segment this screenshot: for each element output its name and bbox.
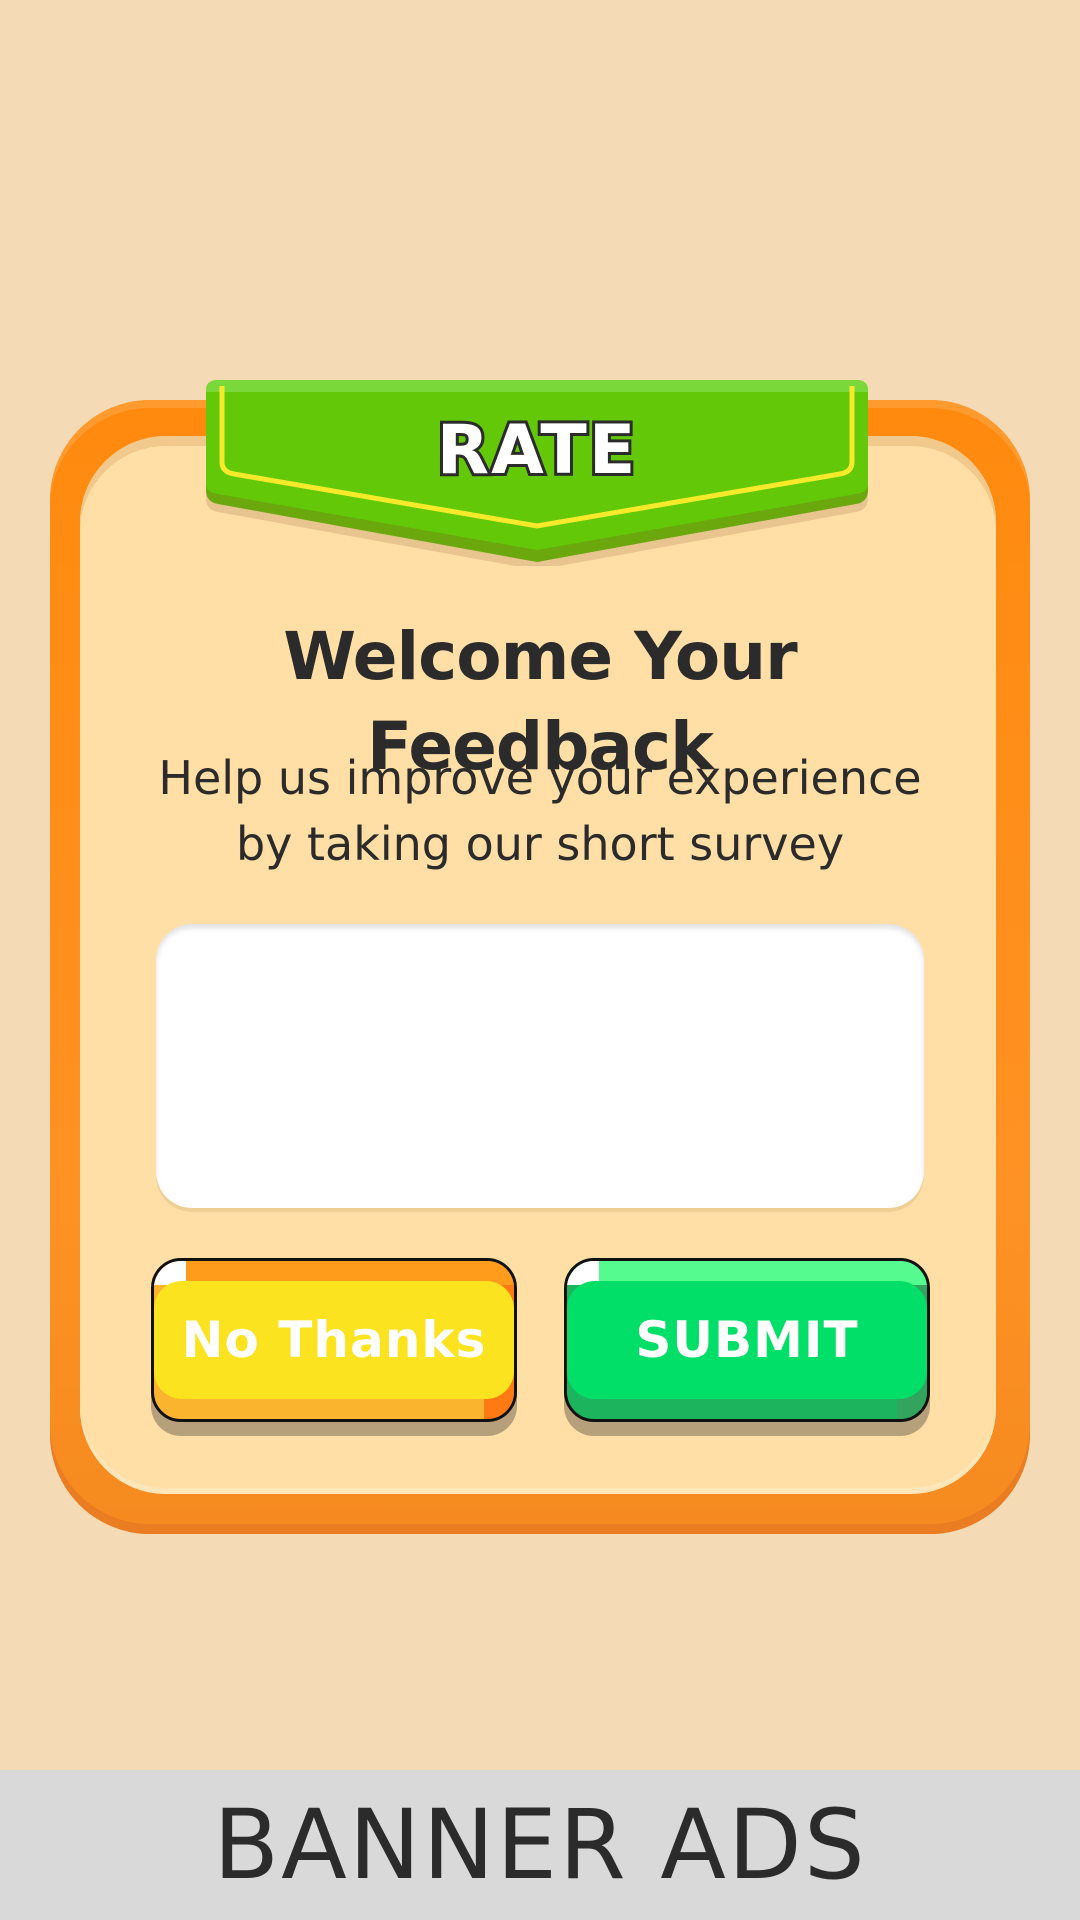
banner-ad[interactable]: BANNER ADS — [0, 1770, 1080, 1920]
ribbon-title: RATE — [434, 408, 639, 493]
no-thanks-button-label: No Thanks — [154, 1281, 514, 1399]
dialog-subtitle: Help us improve your experience by takin… — [120, 745, 960, 877]
submit-button-label: SUBMIT — [567, 1281, 927, 1399]
no-thanks-button[interactable]: No Thanks — [151, 1258, 517, 1422]
subtitle-line-2: by taking our short survey — [235, 817, 845, 871]
submit-button[interactable]: SUBMIT — [564, 1258, 930, 1422]
feedback-input[interactable] — [156, 924, 924, 1208]
subtitle-line-1: Help us improve your experience — [158, 751, 922, 805]
banner-ad-label: BANNER ADS — [213, 1789, 867, 1901]
dialog-headline: Welcome Your Feedback — [283, 618, 797, 785]
